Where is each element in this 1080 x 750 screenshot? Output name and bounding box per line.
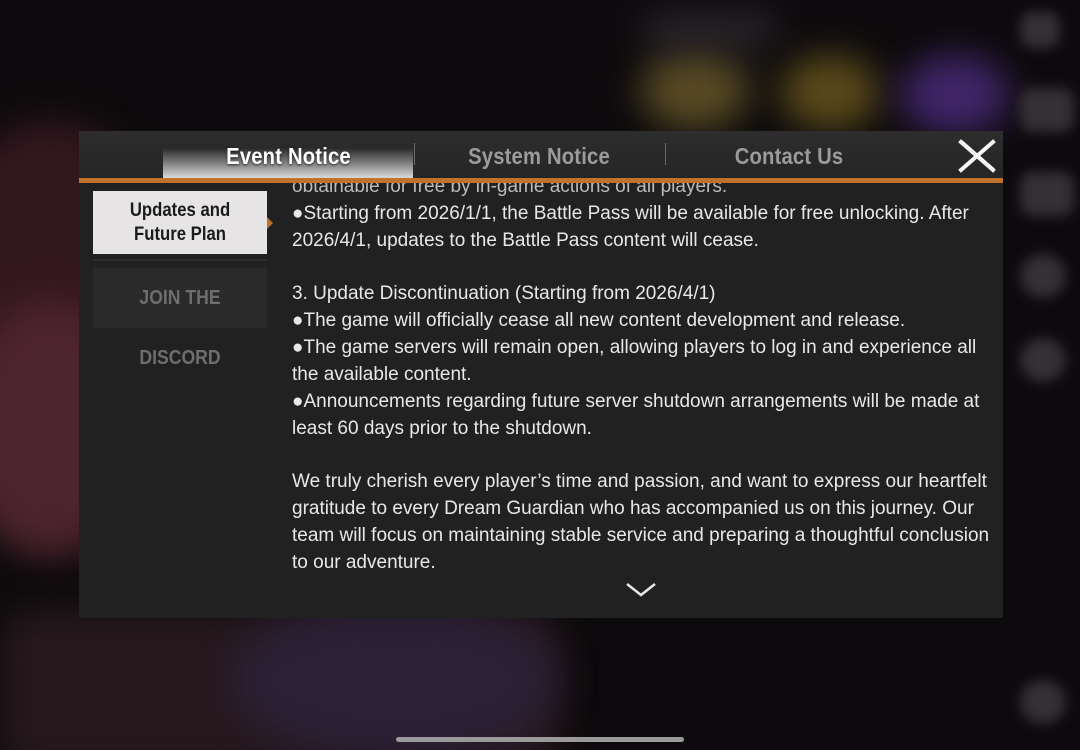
notice-paragraph: ●Starting from 2026/1/1, the Battle Pass…	[292, 203, 969, 251]
menu-active-pointer	[267, 217, 273, 229]
background-icon	[1020, 88, 1074, 132]
notice-bullet: ●The game will officially cease all new …	[292, 310, 906, 331]
chevron-down-icon	[626, 583, 656, 597]
tab-contact-us[interactable]: Contact Us	[692, 139, 886, 173]
tab-system-notice[interactable]: System Notice	[442, 139, 636, 173]
notice-content-scroll[interactable]: obtainable for free by in-game actions o…	[292, 183, 992, 603]
notice-paragraph: We truly cherish every player’s time and…	[292, 471, 990, 573]
home-indicator-bar[interactable]	[396, 737, 684, 742]
tab-divider	[665, 143, 666, 165]
background-icon	[1020, 172, 1074, 216]
background-icon	[1020, 12, 1060, 48]
notice-bullet: ●Announcements regarding future server s…	[292, 391, 980, 439]
tab-divider	[414, 143, 415, 165]
close-x-icon	[958, 139, 996, 173]
tab-event-notice[interactable]: Event Notice	[185, 139, 392, 173]
background-icon	[1020, 680, 1066, 724]
section-heading: 3. Update Discontinuation (Starting from…	[292, 283, 716, 304]
background-icon	[1020, 254, 1066, 298]
menu-item-join-discord[interactable]: JOIN THE DISCORD	[93, 268, 267, 369]
notice-bullet: ●The game servers will remain open, allo…	[292, 337, 977, 385]
notice-dialog: Event Notice System Notice Contact Us Up…	[79, 131, 1003, 618]
background-icon	[1020, 338, 1066, 382]
menu-divider	[93, 259, 267, 261]
menu-item-label: JOIN THE DISCORD	[139, 287, 221, 369]
notice-paragraph: obtainable for free by in-game actions o…	[292, 183, 728, 197]
close-button[interactable]	[957, 139, 997, 173]
scroll-down-indicator[interactable]	[623, 580, 659, 600]
menu-item-updates-future-plan[interactable]: Updates and Future Plan	[93, 191, 267, 254]
menu-item-label: Updates and Future Plan	[129, 199, 231, 245]
